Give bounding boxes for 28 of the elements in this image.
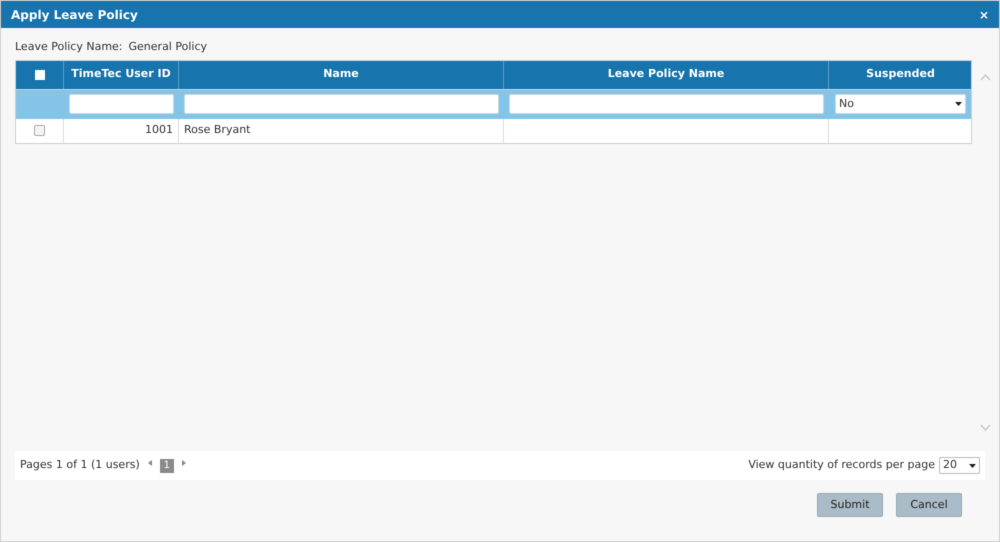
per-page-dropdown[interactable]: 20 <box>939 457 980 474</box>
previous-page-icon[interactable] <box>148 460 152 466</box>
filter-dropdown[interactable]: No <box>835 94 966 114</box>
table-cell-text: 1001 <box>145 122 173 138</box>
caret-icon <box>969 464 976 468</box>
select-all-checkbox[interactable] <box>34 70 44 80</box>
scroll-up-icon[interactable] <box>980 74 991 80</box>
column-header[interactable]: TimeTec User ID <box>64 60 179 88</box>
filter-field[interactable] <box>69 94 174 114</box>
policy-value: General Policy <box>128 39 208 55</box>
column-header[interactable]: Suspended <box>829 60 972 88</box>
caret-icon <box>955 102 962 106</box>
page-button[interactable]: 1 <box>160 458 174 472</box>
window-title: Apply Leave Policy <box>11 6 138 24</box>
filter-field[interactable] <box>184 94 499 114</box>
column-header[interactable]: Name <box>179 60 504 88</box>
pagination-summary: Pages 1 of 1 (1 users) <box>20 457 140 474</box>
dialog-button[interactable]: Cancel <box>896 493 962 517</box>
scroll-down-icon[interactable] <box>980 424 991 431</box>
row-checkbox[interactable] <box>34 125 45 136</box>
close-button[interactable]: × <box>978 8 989 20</box>
column-header[interactable]: Leave Policy Name <box>504 60 829 88</box>
table-cell-text: Rose Bryant <box>184 122 250 138</box>
filter-field[interactable] <box>509 94 824 114</box>
policy-label: Leave Policy Name: <box>15 39 123 55</box>
per-page-label: View quantity of records per page <box>748 457 935 474</box>
dialog-button[interactable]: Submit <box>817 493 883 517</box>
next-page-icon[interactable] <box>182 460 186 466</box>
